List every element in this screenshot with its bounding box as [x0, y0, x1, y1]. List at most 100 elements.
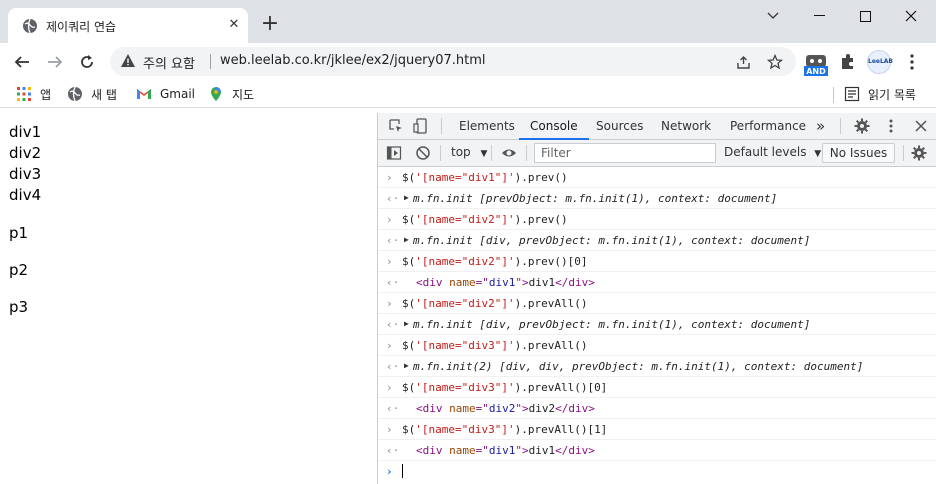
chevron-down-icon[interactable]: [750, 0, 796, 32]
console-row-input: › $('[name="div3"]').prevAll()[1]: [378, 419, 936, 440]
close-devtools-icon[interactable]: [913, 118, 929, 134]
console-result-object[interactable]: m.fn.init [div, prevObject: m.fn.init(1)…: [413, 318, 810, 331]
prompt-chevron-icon: ›: [386, 213, 393, 226]
console-row-input: › $('[name="div2"]').prev(): [378, 209, 936, 230]
tab-strip: 제이쿼리 연습 ✕ +: [0, 0, 936, 43]
page-paragraph: p3: [9, 298, 29, 316]
maximize-icon[interactable]: [842, 0, 888, 32]
tab-performance[interactable]: Performance: [730, 113, 806, 140]
console-row-element[interactable]: ‹· <div name="div1">div1</div>: [378, 440, 936, 461]
console-row-object[interactable]: ‹· ▶ m.fn.init [div, prevObject: m.fn.init…: [378, 230, 936, 251]
tab-sources[interactable]: Sources: [596, 113, 643, 140]
inspect-element-icon[interactable]: [388, 118, 404, 134]
expand-triangle-icon[interactable]: ▶: [404, 235, 409, 244]
expand-triangle-icon[interactable]: ▶: [404, 319, 409, 328]
console-result-object[interactable]: m.fn.init [prevObject: m.fn.init(1), con…: [413, 192, 777, 205]
devtools-menu-dots-icon[interactable]: [883, 118, 899, 134]
sidebar-toggle-icon[interactable]: [386, 145, 402, 161]
minimize-icon[interactable]: [796, 0, 842, 32]
reload-icon[interactable]: [75, 50, 99, 74]
divider: [441, 118, 442, 134]
console-result-element[interactable]: <div name="div1">div1</div>: [416, 276, 595, 289]
issues-button[interactable]: No Issues: [822, 143, 895, 163]
element-close: ">: [515, 444, 529, 457]
console-row-element[interactable]: ‹· <div name="div2">div2</div>: [378, 398, 936, 419]
menu-dots-icon[interactable]: [904, 53, 920, 71]
console-row-object[interactable]: ‹· ▶ m.fn.init [prevObject: m.fn.init(1), …: [378, 188, 936, 209]
console-input[interactable]: ›: [378, 461, 936, 482]
settings-gear-icon[interactable]: [854, 118, 870, 134]
command-part: ).prevAll()[0]: [514, 381, 608, 394]
log-levels-dropdown[interactable]: Default levels ▼: [724, 145, 821, 159]
security-label[interactable]: 주의 요함: [143, 53, 195, 72]
command-part: $(: [402, 213, 416, 226]
apps-grid-icon: [17, 87, 31, 101]
element-end: </div>: [555, 276, 595, 289]
chevron-down-icon: ▼: [814, 149, 822, 159]
eye-icon[interactable]: [501, 145, 517, 161]
console-command: $('[name="div3"]').prevAll()[0]: [402, 381, 607, 394]
bookmark-star-icon[interactable]: [766, 53, 784, 71]
console-result-object[interactable]: m.fn.init(2) [div, div, prevObject: m.fn…: [413, 360, 863, 373]
bookmark-apps[interactable]: 앱: [16, 84, 51, 104]
element-close: ">: [515, 276, 529, 289]
reading-list[interactable]: 읽기 목록: [844, 84, 916, 104]
console-row-input: › $('[name="div2"]').prevAll(): [378, 293, 936, 314]
new-tab-icon[interactable]: +: [260, 13, 280, 35]
url-text[interactable]: web.leelab.co.kr/jklee/ex2/jquery07.html: [220, 53, 486, 68]
chevron-down-icon: ▼: [480, 149, 488, 159]
more-tabs-icon[interactable]: »: [816, 113, 825, 140]
back-icon[interactable]: [10, 50, 34, 74]
context-selector[interactable]: top ▼: [451, 145, 487, 159]
tab-console[interactable]: Console: [519, 113, 589, 140]
profile-avatar[interactable]: LeeLAB: [867, 50, 893, 74]
console-row-object[interactable]: ‹· ▶ m.fn.init [div, prevObject: m.fn.init…: [378, 314, 936, 335]
command-selector-string: '[name="div2"]': [415, 297, 515, 310]
element-content: div2: [528, 402, 556, 415]
filter-input[interactable]: Filter: [534, 143, 716, 163]
expand-triangle-icon[interactable]: ▶: [404, 361, 409, 370]
bookmark-maps[interactable]: 지도: [208, 84, 254, 104]
console-settings-gear-icon[interactable]: [911, 145, 927, 161]
bookmark-gmail[interactable]: Gmail: [136, 84, 195, 104]
command-selector-string: '[name="div2"]': [415, 255, 515, 268]
console-command: $('[name="div1"]').prev(): [402, 171, 568, 184]
divider: [840, 118, 841, 134]
device-toolbar-icon[interactable]: [413, 118, 429, 134]
command-part: ).prevAll()[1]: [514, 423, 608, 436]
command-selector-string: '[name="div1"]': [415, 171, 515, 184]
console-row-object[interactable]: ‹· ▶ m.fn.init(2) [div, div, prevObject: m…: [378, 356, 936, 377]
tab-elements[interactable]: Elements: [459, 113, 515, 140]
console-result-object[interactable]: m.fn.init [div, prevObject: m.fn.init(1)…: [413, 234, 810, 247]
bookmark-newtab[interactable]: 새 탭: [67, 84, 117, 104]
console-row-element[interactable]: ‹· <div name="div1">div1</div>: [378, 272, 936, 293]
expand-triangle-icon[interactable]: ▶: [404, 193, 409, 202]
command-selector-string: '[name="div2"]': [415, 213, 515, 226]
console-result-element[interactable]: <div name="div2">div2</div>: [416, 402, 595, 415]
element-eq: =": [475, 444, 489, 457]
command-part: ).prevAll(): [514, 297, 588, 310]
clear-console-icon[interactable]: [415, 145, 431, 161]
and-extension-icon[interactable]: AND: [804, 53, 828, 77]
bookmark-newtab-label: 새 탭: [91, 87, 117, 102]
close-tab-icon[interactable]: ✕: [226, 17, 242, 33]
divider: [210, 54, 211, 69]
tab-network[interactable]: Network: [661, 113, 711, 140]
command-part: ).prevAll(): [514, 339, 588, 352]
console-row-input: › $('[name="div3"]').prevAll()[0]: [378, 377, 936, 398]
element-eq: =": [475, 276, 489, 289]
browser-tab[interactable]: 제이쿼리 연습 ✕: [8, 8, 248, 43]
forward-icon[interactable]: [43, 50, 67, 74]
element-attr: name: [449, 444, 476, 457]
close-window-icon[interactable]: [888, 0, 934, 32]
address-bar[interactable]: 주의 요함 web.leelab.co.kr/jklee/ex2/jquery0…: [110, 47, 796, 76]
console-command: $('[name="div2"]').prev(): [402, 213, 568, 226]
share-icon[interactable]: [734, 53, 752, 71]
console-result-element[interactable]: <div name="div1">div1</div>: [416, 444, 595, 457]
bookmarks-bar: 앱 새 탭 Gmail 지도 읽기 목록: [0, 80, 936, 108]
console-command: $('[name="div3"]').prevAll(): [402, 339, 587, 352]
warning-icon[interactable]: [120, 53, 136, 69]
prompt-chevron-icon: ›: [386, 381, 393, 394]
browser-toolbar: 주의 요함 web.leelab.co.kr/jklee/ex2/jquery0…: [0, 43, 936, 80]
extensions-puzzle-icon[interactable]: [839, 53, 857, 71]
